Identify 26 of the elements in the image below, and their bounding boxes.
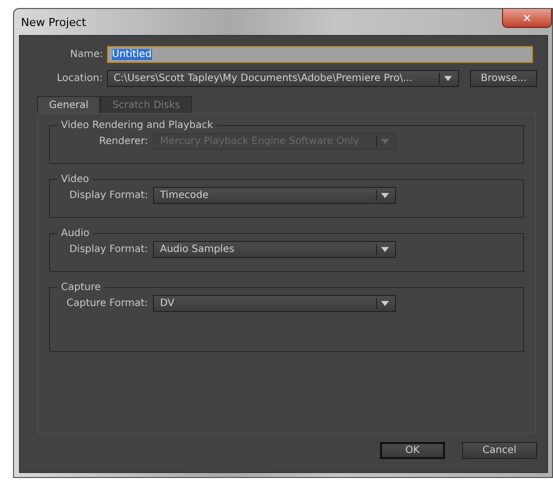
dropdown[interactable]: DV: [153, 295, 396, 312]
tab[interactable]: General: [37, 96, 100, 113]
group-title: Video: [60, 174, 90, 185]
dropdown-arrow-icon: [444, 76, 452, 81]
location-label: Location:: [56, 73, 103, 84]
window-title: New Project: [21, 16, 86, 29]
location-dropdown[interactable]: C:\Users\Scott Tapley\My Documents\Adobe\Premiere Pro\...: [106, 70, 460, 87]
field-label: Display Format:: [68, 244, 148, 255]
dropdown[interactable]: Audio Samples: [153, 241, 396, 258]
name-field[interactable]: Untitled: [107, 46, 533, 63]
field-label: Display Format:: [68, 190, 148, 201]
dropdown-arrow-icon: [381, 139, 389, 144]
dropdown-arrow-icon: [381, 193, 389, 198]
group-title: Video Rendering and Playback: [60, 120, 214, 131]
field-label: Renderer:: [98, 136, 148, 147]
name-label: Name:: [69, 49, 103, 60]
dropdown-arrow-icon: [381, 247, 389, 252]
dialog-button[interactable]: OK: [380, 442, 445, 459]
group-title: Capture: [60, 282, 102, 293]
dropdown-arrow-icon: [381, 301, 389, 306]
browse-button[interactable]: Browse...: [470, 70, 537, 87]
close-button[interactable]: ✕: [502, 9, 552, 28]
field-label: Capture Format:: [65, 298, 148, 309]
dropdown[interactable]: Timecode: [153, 187, 396, 204]
group-title: Audio: [60, 228, 90, 239]
dialog-button[interactable]: Cancel: [462, 442, 537, 459]
